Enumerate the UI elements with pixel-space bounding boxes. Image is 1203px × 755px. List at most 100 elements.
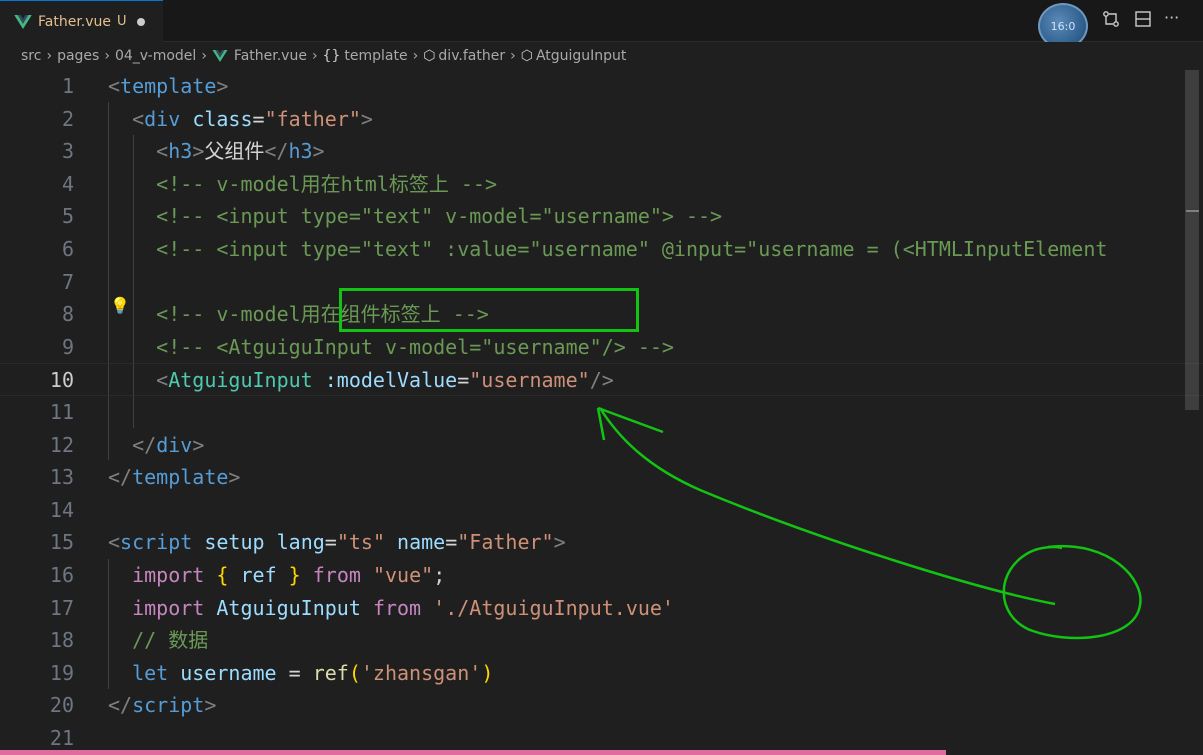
code-line[interactable]: 12 </div> xyxy=(0,429,1203,462)
code-token: username xyxy=(180,660,277,685)
code-token: = xyxy=(252,106,265,131)
code-line[interactable]: 6 <!-- <input type="text" :value="userna… xyxy=(0,233,1203,266)
highlight-box xyxy=(339,288,639,332)
code-token: < xyxy=(132,106,145,131)
code-line[interactable]: 2 <div class="father"> xyxy=(0,103,1203,136)
breadcrumb-item[interactable]: template xyxy=(344,48,407,64)
code-line[interactable]: 16 import { ref } from "vue"; xyxy=(0,559,1203,592)
code-token: "ts" xyxy=(336,530,385,555)
code-token: h3 xyxy=(168,139,193,164)
line-number: 5 xyxy=(61,204,74,229)
line-number: 1 xyxy=(61,74,74,98)
code-token: > xyxy=(360,106,373,131)
code-text: <script setup lang="ts" name="Father"> xyxy=(108,526,566,559)
code-text: // 数据 xyxy=(108,624,208,657)
code-token: < xyxy=(108,74,121,98)
tab-bar: Father.vue U 16:0 ··· xyxy=(0,0,1203,49)
line-number: 14 xyxy=(49,497,74,522)
code-token: = xyxy=(457,368,470,393)
line-number: 19 xyxy=(49,660,74,685)
line-number: 4 xyxy=(61,171,74,196)
code-text: <div class="father"> xyxy=(108,103,373,136)
compare-changes-icon[interactable] xyxy=(1102,10,1120,32)
breadcrumb: src › pages › 04_v-model › Father.vue › … xyxy=(0,42,1203,70)
code-editor[interactable]: 1 <template> 2 <div class="father"> 3 <h3>父… xyxy=(0,70,1203,755)
line-number: 12 xyxy=(49,432,74,457)
code-line[interactable]: 11 xyxy=(0,396,1203,429)
code-token: './AtguiguInput.vue' xyxy=(433,595,674,620)
lightbulb-icon[interactable]: 💡 xyxy=(110,296,130,315)
breadcrumb-item[interactable]: AtguiguInput xyxy=(536,48,626,64)
code-token: ; xyxy=(433,563,446,587)
code-token: < xyxy=(108,530,121,555)
line-number: 18 xyxy=(49,628,74,653)
more-actions-icon[interactable]: ··· xyxy=(1164,8,1179,27)
code-token: lang xyxy=(276,530,325,555)
code-line[interactable]: 13 </template> xyxy=(0,461,1203,494)
code-line[interactable]: 10 <AtguiguInput :modelValue="username"/… xyxy=(0,363,1203,396)
code-line[interactable]: 15 <script setup lang="ts" name="Father"> xyxy=(0,526,1203,559)
code-token: // 数据 xyxy=(132,628,209,653)
chevron-right-icon: › xyxy=(46,48,53,64)
breadcrumb-item[interactable]: src xyxy=(21,48,41,64)
code-token: ) xyxy=(481,660,494,685)
code-text: <AtguiguInput :modelValue="username"/> xyxy=(108,364,614,397)
line-number: 17 xyxy=(49,595,74,620)
cube-icon: ⬡ xyxy=(520,48,533,64)
line-number: 6 xyxy=(61,237,74,261)
code-line[interactable]: 9 <!-- <AtguiguInput v-model="username"/… xyxy=(0,331,1203,364)
code-line[interactable]: 4 <!-- v-model用在html标签上 --> xyxy=(0,168,1203,201)
unsaved-dot-icon[interactable] xyxy=(136,17,145,26)
code-line[interactable]: 17 import AtguiguInput from './AtguiguIn… xyxy=(0,592,1203,625)
code-token: ref xyxy=(240,563,277,587)
horizontal-scrollbar[interactable] xyxy=(0,750,946,755)
code-text: <!-- <input type="text" :value="username… xyxy=(108,233,1107,266)
breadcrumb-item[interactable]: pages xyxy=(57,48,99,64)
code-token: from xyxy=(312,563,361,587)
code-line[interactable]: 14 xyxy=(0,494,1203,527)
line-number: 7 xyxy=(61,269,74,294)
code-token: template xyxy=(120,74,217,98)
code-line[interactable]: 5 <!-- <input type="text" v-model="usern… xyxy=(0,200,1203,233)
breadcrumb-item[interactable]: 04_v-model xyxy=(115,48,196,64)
code-token: 'zhansgan' xyxy=(360,660,482,685)
code-line[interactable]: 18 // 数据 xyxy=(0,624,1203,657)
scrollbar[interactable] xyxy=(1185,70,1199,410)
code-token: ref xyxy=(312,660,349,685)
code-token: h3 xyxy=(288,139,313,164)
split-editor-icon[interactable] xyxy=(1134,10,1152,32)
code-token: > xyxy=(228,465,241,490)
code-line[interactable]: 19 let username = ref('zhansgan') xyxy=(0,657,1203,690)
code-token: name xyxy=(397,530,446,555)
code-token: = xyxy=(276,660,313,685)
code-line[interactable]: 3 <h3>父组件</h3> xyxy=(0,135,1203,168)
avatar-text: 16:0 xyxy=(1050,19,1076,33)
code-line[interactable]: 1 <template> xyxy=(0,70,1203,103)
code-token: < xyxy=(156,368,169,393)
line-number: 10 xyxy=(49,368,74,393)
code-token: AtguiguInput xyxy=(216,595,361,620)
code-token: /> xyxy=(589,368,614,393)
breadcrumb-item[interactable]: div.father xyxy=(438,48,505,64)
tab-father-vue[interactable]: Father.vue U xyxy=(0,0,163,42)
code-token: "Father" xyxy=(457,530,554,555)
code-token: class xyxy=(192,106,253,131)
code-line[interactable]: 20 </script> xyxy=(0,689,1203,722)
breadcrumb-item[interactable]: Father.vue xyxy=(234,48,307,64)
code-text: </script> xyxy=(108,689,216,722)
code-token: "father" xyxy=(264,106,361,131)
